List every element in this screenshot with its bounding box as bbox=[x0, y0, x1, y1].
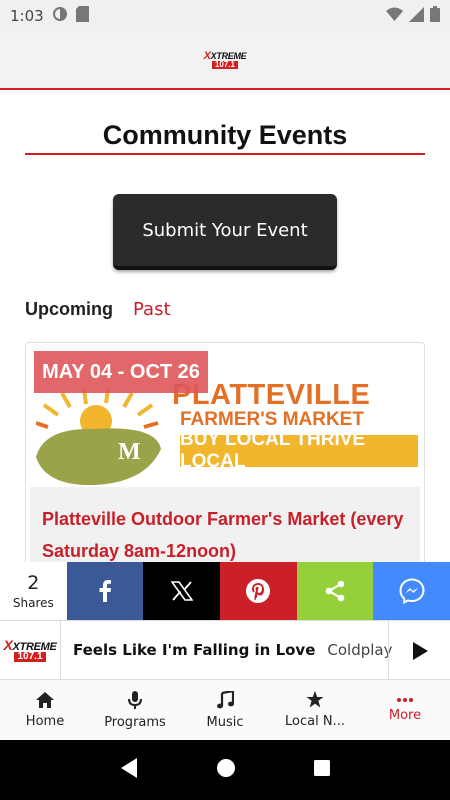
x-icon bbox=[170, 581, 193, 601]
share-count-label: Shares bbox=[12, 596, 54, 610]
tab-upcoming[interactable]: Upcoming bbox=[25, 299, 113, 320]
pinterest-icon bbox=[246, 579, 271, 603]
wifi-icon bbox=[386, 7, 403, 25]
nav-programs-label: Programs bbox=[104, 714, 166, 730]
share-icon bbox=[325, 580, 345, 602]
event-title[interactable]: Platteville Outdoor Farmer's Market (eve… bbox=[42, 503, 408, 562]
battery-icon bbox=[430, 6, 440, 26]
station-logo[interactable]: XXTREME 107.1 bbox=[204, 51, 247, 69]
nav-local-news[interactable]: Local N... bbox=[270, 680, 360, 740]
home-system-button[interactable] bbox=[216, 758, 236, 783]
sunrise-hill-graphic: M bbox=[36, 388, 161, 486]
monogram: M bbox=[118, 439, 141, 465]
share-count-number: 2 bbox=[27, 572, 40, 594]
event-info[interactable]: Platteville Outdoor Farmer's Market (eve… bbox=[30, 487, 420, 562]
signal-icon bbox=[409, 6, 424, 26]
nav-programs[interactable]: Programs bbox=[90, 680, 180, 740]
page-title: Community Events bbox=[102, 120, 348, 150]
logo-frequency: 107.1 bbox=[211, 61, 239, 69]
nav-more[interactable]: More bbox=[360, 680, 450, 740]
now-playing-logo: XXTREME 107.1 bbox=[0, 620, 61, 680]
status-time: 1:03 bbox=[10, 7, 44, 25]
nav-home[interactable]: Home bbox=[0, 680, 90, 740]
app-header: XXTREME 107.1 bbox=[0, 32, 450, 90]
app-screen: 1:03 XXTREME 107.1 Community Events Subm… bbox=[0, 0, 450, 800]
image-title-line2: FARMER'S MARKET bbox=[180, 409, 364, 430]
image-banner: BUY LOCAL THRIVE LOCAL bbox=[180, 429, 418, 472]
share-count: 2 Shares bbox=[0, 562, 67, 620]
event-image[interactable]: M PLATTEVILLE FARMER'S MARKET BUY LOCAL … bbox=[30, 347, 420, 487]
nav-music[interactable]: Music bbox=[180, 680, 270, 740]
messenger-icon bbox=[399, 578, 425, 604]
station-logo-small: XXTREME 107.1 bbox=[3, 638, 57, 662]
logo-frequency-small: 107.1 bbox=[14, 652, 46, 662]
pinterest-share-button[interactable] bbox=[220, 562, 297, 620]
messenger-share-button[interactable] bbox=[373, 562, 450, 620]
star-icon bbox=[306, 691, 324, 708]
status-right-icons bbox=[386, 6, 440, 26]
recents-square-icon bbox=[314, 759, 331, 776]
nav-local-news-label: Local N... bbox=[285, 714, 345, 729]
notification-icon bbox=[52, 6, 68, 26]
back-button[interactable] bbox=[119, 757, 139, 784]
nav-music-label: Music bbox=[206, 714, 244, 730]
music-note-icon bbox=[217, 690, 234, 708]
submit-event-button[interactable]: Submit Your Event bbox=[113, 194, 337, 270]
share-bar: 2 Shares bbox=[0, 562, 450, 620]
events-content[interactable]: Community Events Submit Your Event Upcom… bbox=[0, 92, 450, 562]
back-triangle-icon bbox=[120, 757, 137, 778]
nav-more-label: More bbox=[388, 707, 422, 723]
now-playing-artist: Coldplay bbox=[327, 641, 393, 659]
play-icon bbox=[412, 642, 428, 660]
recents-button[interactable] bbox=[313, 759, 331, 782]
more-dots-icon bbox=[397, 697, 413, 702]
play-button[interactable] bbox=[388, 621, 450, 681]
bottom-navigation: Home Programs Music Local N... More bbox=[0, 680, 450, 740]
date-badge: MAY 04 - OCT 26 bbox=[34, 351, 208, 393]
general-share-button[interactable] bbox=[296, 562, 374, 620]
home-circle-icon bbox=[216, 758, 235, 777]
facebook-share-button[interactable] bbox=[66, 562, 144, 620]
status-bar: 1:03 bbox=[0, 0, 450, 32]
x-share-button[interactable] bbox=[143, 562, 221, 620]
facebook-icon bbox=[99, 580, 112, 602]
now-playing-bar[interactable]: XXTREME 107.1 Feels Like I'm Falling in … bbox=[0, 620, 450, 681]
event-card[interactable]: M PLATTEVILLE FARMER'S MARKET BUY LOCAL … bbox=[25, 342, 425, 562]
sd-card-icon bbox=[75, 6, 89, 26]
event-tabs: Upcoming Past bbox=[25, 299, 171, 320]
system-navigation-bar bbox=[0, 740, 450, 800]
title-divider bbox=[25, 153, 425, 155]
tab-past[interactable]: Past bbox=[133, 299, 171, 320]
home-icon bbox=[36, 691, 54, 708]
nav-home-label: Home bbox=[25, 713, 65, 729]
microphone-icon bbox=[128, 690, 142, 709]
now-playing-song: Feels Like I'm Falling in Love bbox=[73, 641, 316, 659]
